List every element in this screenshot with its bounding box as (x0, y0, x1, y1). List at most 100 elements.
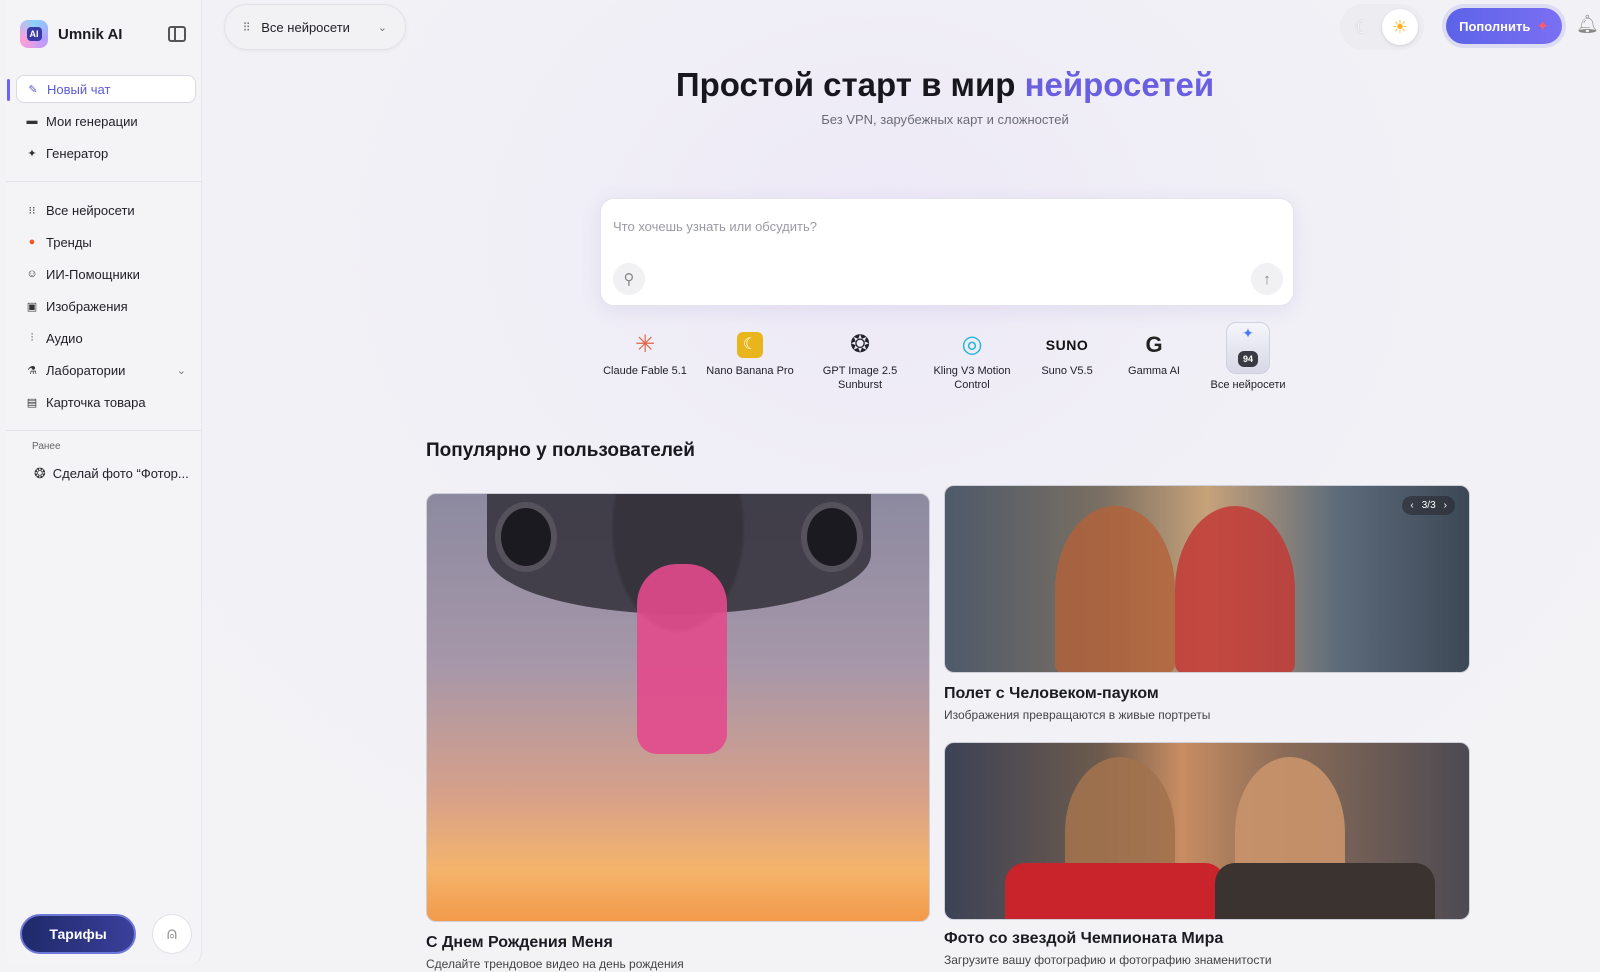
suno-icon: SUNO (1045, 337, 1089, 353)
popular-title: Популярно у пользователей (426, 440, 695, 461)
card-subtitle: Загрузите вашу фотографию и фотографию з… (944, 953, 1272, 967)
sidebar-item-label: Изображения (46, 298, 128, 314)
chat-input[interactable]: Что хочешь узнать или обсудить? (613, 219, 817, 234)
sidebar-divider (6, 181, 202, 182)
card-subtitle: Изображения превращаются в живые портрет… (944, 708, 1211, 722)
claude-icon: ✳ (634, 331, 656, 358)
carousel-counter-label: 3/3 (1421, 500, 1436, 511)
model-gamma[interactable]: G Gamma AI (1116, 330, 1192, 378)
sidebar-item-label: Все нейросети (46, 202, 135, 218)
send-arrow-icon[interactable]: ↑ (1251, 263, 1283, 295)
engine-right-shape (801, 502, 863, 572)
model-gpt-image[interactable]: ❂ GPT Image 2.5 Sunburst (812, 330, 908, 392)
all-models-icon: ✦ 94 (1226, 322, 1270, 374)
sidebar-divider (6, 430, 202, 431)
topup-button[interactable]: Пополнить ✦ (1446, 8, 1562, 44)
model-nano-banana[interactable]: ☾ Nano Banana Pro (700, 330, 800, 378)
chevron-down-icon[interactable]: ⌄ (177, 364, 186, 377)
sun-icon[interactable]: ☀ (1382, 9, 1418, 45)
bell-icon[interactable]: 🔔︎ (1576, 14, 1599, 35)
history-title: Ранее (32, 441, 61, 452)
sidebar-item-product-card[interactable]: ▤ Карточка товара (16, 388, 196, 416)
history-item[interactable]: ❂ Сделай фото “Фотор... (34, 465, 189, 482)
paperclip-icon[interactable]: ⚲ (613, 263, 645, 295)
brand-name: Umnik AI (58, 25, 123, 43)
audio-icon: ⫶ (30, 331, 34, 344)
chevron-left-icon[interactable]: ‹ (1410, 500, 1413, 511)
user-icon: ⍝ (166, 924, 178, 943)
shirt-shape (1005, 863, 1225, 919)
robot-icon: ☺ (26, 268, 38, 280)
card-title[interactable]: С Днем Рождения Меня (426, 934, 613, 952)
flask-icon: ⚗ (27, 364, 37, 377)
card-subtitle: Сделайте трендовое видео на день рождени… (426, 957, 684, 971)
sparkle-icon: ✦ (1242, 325, 1254, 341)
sidebar-item-trends[interactable]: ● Тренды (16, 228, 196, 256)
sidebar: AI Umnik AI ✎ Новый чат ▬ Мои генерации … (6, 0, 202, 966)
kling-icon: ◎ (961, 331, 983, 358)
grid-icon: ⁝⁝ (28, 204, 36, 217)
model-selector-dropdown[interactable]: ⁝⁝ Все нейросети ⌄ (224, 4, 406, 50)
sidebar-item-images[interactable]: ▣ Изображения (16, 292, 196, 320)
person-shape (1055, 506, 1175, 672)
sidebar-item-label: Тренды (46, 234, 92, 250)
card-birthday-image[interactable] (426, 493, 930, 922)
sidebar-item-audio[interactable]: ⫶ Аудио (16, 324, 196, 352)
model-label: Gamma AI (1128, 365, 1180, 377)
hero-subtitle: Без VPN, зарубежных карт и сложностей (821, 112, 1069, 127)
card-title[interactable]: Полет с Человеком-пауком (944, 685, 1159, 703)
moon-icon[interactable]: ☾ (1354, 17, 1370, 38)
banana-icon: ☾ (700, 330, 800, 360)
spiderman-shape (1175, 506, 1295, 672)
history-item-label: Сделай фото “Фотор... (52, 466, 189, 481)
topup-label: Пополнить (1459, 18, 1531, 34)
model-label: Suno V5.5 (1041, 365, 1093, 377)
carousel-counter[interactable]: ‹ 3/3 › (1402, 496, 1455, 515)
tariffs-button[interactable]: Тарифы (20, 914, 136, 954)
sidebar-item-label: ИИ-Помощники (46, 266, 140, 282)
chat-input-box[interactable]: Что хочешь узнать или обсудить? ⚲ ↑ (600, 198, 1294, 306)
jacket-shape (1215, 863, 1435, 919)
image-icon: ▣ (26, 300, 38, 313)
card-icon: ▤ (26, 396, 38, 409)
model-shortcuts: ✳ Claude Fable 5.1 ☾ Nano Banana Pro ❂ G… (600, 322, 1300, 400)
openai-icon: ❂ (849, 331, 871, 358)
sidebar-item-labs[interactable]: ⚗ Лаборатории ⌄ (16, 356, 196, 384)
model-label: Kling V3 Motion (933, 365, 1011, 377)
sidebar-item-assistants[interactable]: ☺ ИИ-Помощники (16, 260, 196, 288)
model-claude[interactable]: ✳ Claude Fable 5.1 (600, 330, 690, 378)
chevron-down-icon: ⌄ (377, 21, 387, 34)
hero-title: Простой старт в мир нейросетей (0, 66, 1600, 104)
card-worldcup-image[interactable] (944, 742, 1470, 920)
brand[interactable]: AI Umnik AI (20, 20, 122, 48)
fire-icon: ● (28, 236, 36, 248)
engine-left-shape (495, 502, 557, 572)
card-spiderman-image[interactable]: ‹ 3/3 › (944, 485, 1470, 673)
sidebar-toggle-icon[interactable] (168, 26, 186, 42)
chevron-right-icon[interactable]: › (1444, 500, 1447, 511)
model-label: Все нейросети (1210, 379, 1286, 391)
gamma-icon: G (1145, 332, 1163, 357)
model-label: GPT Image 2.5 (822, 365, 898, 377)
sidebar-item-label: Аудио (46, 330, 83, 346)
model-kling[interactable]: ◎ Kling V3 Motion Control (922, 330, 1022, 392)
model-suno[interactable]: SUNO Suno V5.5 (1032, 330, 1102, 378)
grid-icon: ⁝⁝ (243, 19, 250, 34)
sparkle-icon: ✦ (27, 147, 37, 160)
model-label-line2: Sunburst (837, 379, 883, 391)
card-title[interactable]: Фото со звездой Чемпионата Мира (944, 930, 1223, 948)
sidebar-item-all-models[interactable]: ⁝⁝ Все нейросети (16, 196, 196, 224)
profile-button[interactable]: ⍝ (152, 914, 192, 954)
sidebar-nav: ✎ Новый чат ▬ Мои генерации ✦ Генератор … (6, 75, 202, 445)
model-label: Nano Banana Pro (706, 365, 794, 377)
model-selector-label: Все нейросети (261, 19, 350, 35)
umnik-logo-icon: AI (20, 20, 48, 48)
sidebar-item-label: Генератор (46, 145, 109, 161)
openai-icon: ❂ (34, 465, 46, 481)
person-shape (637, 564, 727, 754)
sidebar-item-label: Лаборатории (46, 362, 126, 378)
sidebar-item-generator[interactable]: ✦ Генератор (16, 139, 196, 167)
sidebar-item-label: Карточка товара (46, 394, 146, 410)
model-all[interactable]: ✦ 94 Все нейросети (1200, 322, 1296, 392)
theme-toggle[interactable]: ☾ ☀ (1340, 4, 1424, 50)
